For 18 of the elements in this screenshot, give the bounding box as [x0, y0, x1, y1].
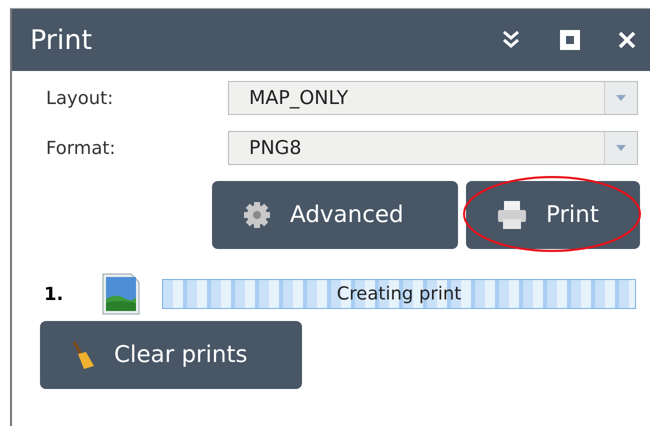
print-number: 1.: [43, 284, 64, 304]
gear-icon: [242, 200, 272, 230]
dropdown[interactable]: MAP_ONLY: [228, 81, 638, 115]
progress-status: Creating print: [336, 284, 462, 304]
dropdown-arrow-icon: [616, 145, 626, 151]
dropdown-arrow-icon: [616, 95, 626, 101]
dropdown[interactable]: PNG8: [228, 131, 638, 165]
maximize-icon[interactable]: [560, 30, 580, 50]
image-file-icon[interactable]: [102, 273, 140, 315]
broom-icon: [70, 340, 96, 370]
advanced-button[interactable]: Advanced: [212, 181, 458, 249]
double-chevron-icon[interactable]: [500, 29, 522, 51]
clear-prints-button[interactable]: Clear prints: [40, 321, 302, 389]
field-label: Format:: [45, 138, 116, 158]
close-icon[interactable]: [618, 31, 636, 49]
printer-icon: [496, 200, 528, 230]
field-label: Layout:: [45, 88, 114, 108]
window-title: Print: [30, 24, 92, 56]
